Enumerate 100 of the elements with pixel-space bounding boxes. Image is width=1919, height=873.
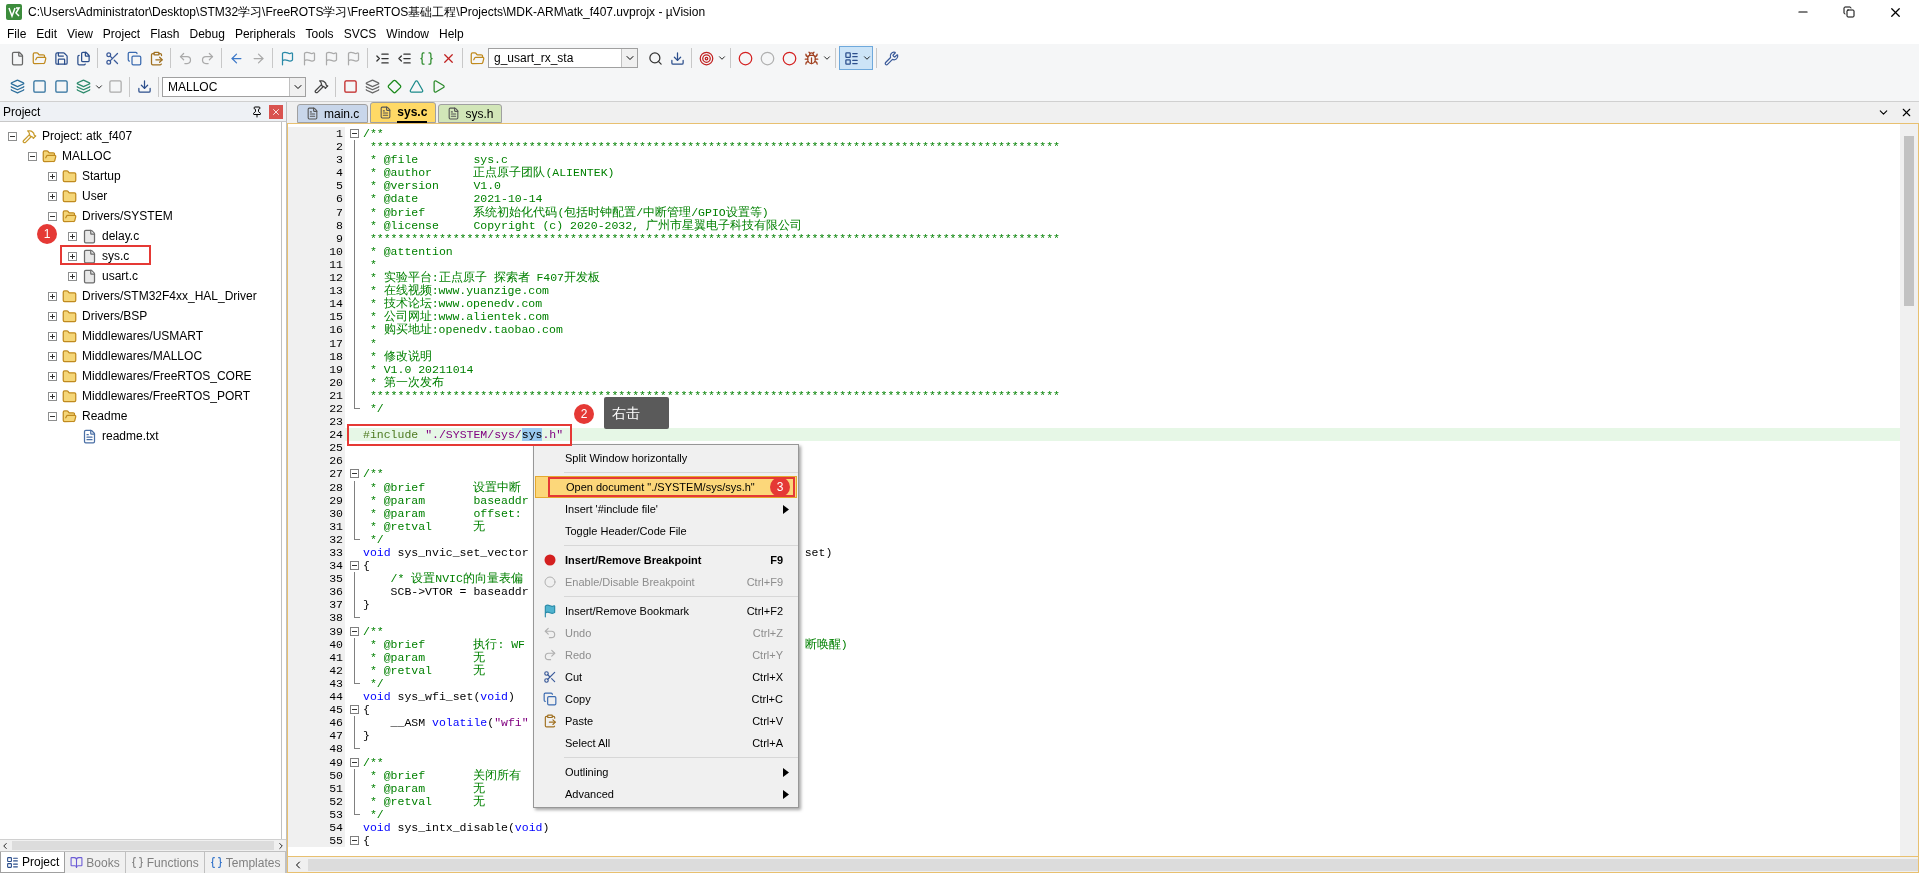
tree-item[interactable]: sys.c — [102, 247, 130, 265]
code-line: * @retval 无 — [368, 663, 486, 677]
panel-tab[interactable]: Functions — [125, 852, 205, 873]
line-number: 24 — [288, 428, 345, 442]
code-line: **************************************************************************************************** — [368, 140, 1060, 154]
menu-item[interactable]: Outlining — [535, 761, 797, 783]
menu-item[interactable]: Tools — [300, 25, 339, 43]
code-line: #include "./SYSTEM/sys/sys.h" — [363, 428, 564, 442]
code-line: **************************************************************************************************** — [368, 231, 1060, 245]
line-number: 16 — [288, 323, 345, 337]
restore-icon[interactable] — [1843, 6, 1855, 18]
line-number: 14 — [288, 297, 345, 311]
code-line: { — [363, 834, 370, 848]
tree-toggle[interactable] — [48, 311, 57, 321]
code-line: } — [363, 598, 370, 612]
menu-item[interactable]: Toggle Header/Code File — [535, 520, 797, 542]
editor-tab[interactable]: main.c — [297, 104, 369, 123]
tree-toggle[interactable] — [48, 411, 57, 421]
menu-item[interactable]: Help — [434, 25, 469, 43]
menu-item[interactable]: Project — [97, 25, 146, 43]
tree-toggle[interactable] — [8, 131, 17, 141]
menu-item[interactable]: Advanced — [535, 783, 797, 805]
tree-toggle[interactable] — [48, 291, 57, 301]
code-line: void sys_intx_disable(void) — [363, 820, 550, 834]
fold-toggle[interactable] — [349, 129, 359, 139]
line-number: 36 — [288, 585, 345, 599]
tree-item[interactable]: Readme — [82, 407, 128, 425]
tree-toggle[interactable] — [48, 171, 57, 181]
fold-toggle[interactable] — [349, 705, 359, 715]
menu-item[interactable]: Cut Ctrl+X — [535, 666, 797, 688]
tree-toggle[interactable] — [68, 231, 77, 241]
tree-item[interactable]: Project: atk_f407 — [42, 127, 133, 145]
menu-item[interactable]: Insert/Remove Bookmark Ctrl+F2 — [535, 600, 797, 622]
tree-toggle[interactable] — [48, 331, 57, 341]
menu-item[interactable]: Select All Ctrl+A — [535, 732, 797, 754]
fold-toggle[interactable] — [349, 561, 359, 571]
tree-item[interactable]: Startup — [82, 167, 121, 185]
tree-item[interactable]: Middlewares/FreeRTOS_CORE — [82, 367, 252, 385]
editor-tab[interactable]: sys.h — [438, 104, 503, 123]
tree-toggle[interactable] — [48, 391, 57, 401]
menu-item[interactable]: Insert/Remove Breakpoint F9 — [535, 549, 797, 571]
menu-item[interactable]: File — [2, 25, 32, 43]
tree-item[interactable]: usart.c — [102, 267, 138, 285]
menu-item[interactable]: Window — [381, 25, 434, 43]
menu-item[interactable]: Split Window horizontally — [535, 447, 797, 469]
tree-toggle[interactable] — [48, 191, 57, 201]
code-line: * @brief 关闭所有 — [368, 768, 522, 782]
line-number: 37 — [288, 598, 345, 612]
menu-item[interactable]: Open document "./SYSTEM/sys/sys.h" 3 — [535, 476, 797, 498]
menu-item[interactable]: View — [62, 25, 98, 43]
tree-item[interactable]: Drivers/STM32F4xx_HAL_Driver — [82, 287, 257, 305]
tree-item[interactable]: Drivers/BSP — [82, 307, 148, 325]
tree-item[interactable]: User — [82, 187, 108, 205]
close-icon — [1900, 106, 1913, 119]
tree-item[interactable]: Middlewares/MALLOC — [82, 347, 203, 365]
file-icon — [82, 228, 97, 244]
panel-tab[interactable]: Project — [0, 852, 66, 873]
fold-toggle[interactable] — [349, 469, 359, 479]
tree-item[interactable]: MALLOC — [62, 147, 112, 165]
panel-title: Project — [3, 103, 42, 121]
menu-item[interactable]: Insert '#include file' — [535, 498, 797, 520]
menu-item[interactable]: Copy Ctrl+C — [535, 688, 797, 710]
tree-toggle[interactable] — [48, 211, 57, 221]
target-combo[interactable]: MALLOC — [162, 76, 306, 97]
code-line: * 修改说明 — [368, 349, 432, 363]
tree-item[interactable]: readme.txt — [102, 427, 159, 445]
code-line: * 公司网址:www.alientek.com — [368, 310, 550, 324]
braces-icon — [130, 856, 144, 869]
fold-toggle[interactable] — [349, 757, 359, 767]
submenu-arrow-icon — [783, 789, 789, 799]
code-line: * @retval 无 — [368, 519, 486, 533]
tree-item[interactable]: Drivers/SYSTEM — [82, 207, 173, 225]
panel-tab[interactable]: Templates — [204, 852, 287, 873]
folder-icon — [62, 368, 77, 384]
symbol-combo[interactable]: g_usart_rx_sta — [488, 48, 638, 69]
tree-toggle[interactable] — [48, 371, 57, 381]
code-line: * 第一次发布 — [368, 375, 444, 389]
tree-item[interactable]: Middlewares/USMART — [82, 327, 204, 345]
menu-item[interactable]: SVCS — [338, 25, 382, 43]
fold-toggle[interactable] — [349, 836, 359, 846]
redo-icon — [543, 648, 557, 662]
menu-item[interactable]: Paste Ctrl+V — [535, 710, 797, 732]
menu-item[interactable]: Edit — [31, 25, 63, 43]
editor-tab[interactable]: sys.c — [370, 102, 437, 123]
tree-toggle[interactable] — [28, 151, 37, 161]
paste-icon — [543, 714, 557, 728]
code-line: { — [363, 559, 370, 573]
tree-toggle[interactable] — [68, 251, 77, 261]
menu-item[interactable]: Peripherals — [229, 25, 301, 43]
scroll-left-icon — [0, 840, 10, 851]
tree-toggle[interactable] — [68, 271, 77, 281]
menu-item[interactable]: Debug — [184, 25, 230, 43]
code-line: set) — [804, 546, 833, 560]
line-number: 5 — [288, 179, 345, 193]
tree-toggle[interactable] — [48, 351, 57, 361]
tree-item[interactable]: delay.c — [102, 227, 140, 245]
panel-tab[interactable]: Books — [65, 852, 126, 873]
menu-item[interactable]: Flash — [145, 25, 185, 43]
tree-item[interactable]: Middlewares/FreeRTOS_PORT — [82, 387, 251, 405]
fold-toggle[interactable] — [349, 626, 359, 636]
